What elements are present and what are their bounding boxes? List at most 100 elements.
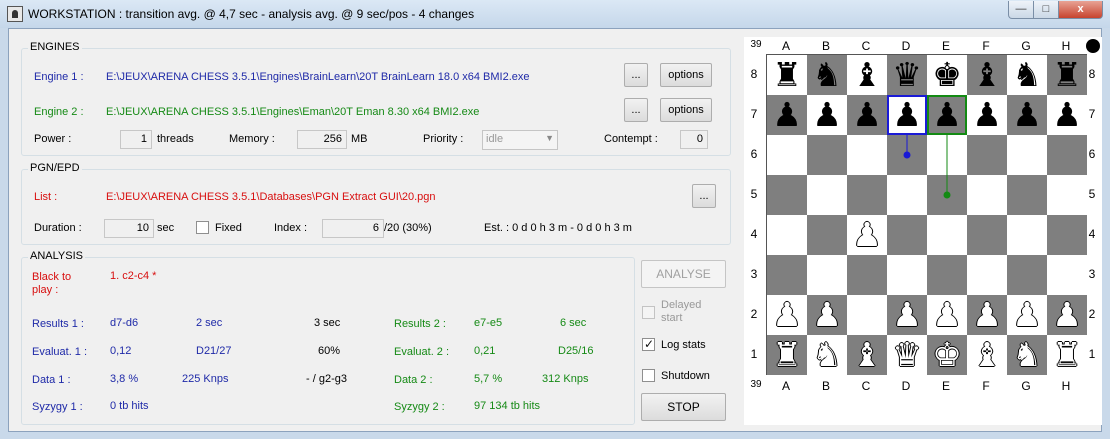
arrow-end-dot-2 (943, 191, 951, 199)
pgn-title: PGN/EPD (28, 162, 82, 174)
shutdown-checkbox[interactable] (642, 369, 655, 382)
duration-input[interactable]: 10 (104, 219, 154, 238)
rank-label-8: 8 (750, 67, 758, 81)
file-label-h: H (1061, 39, 1071, 53)
rank-label-5: 5 (750, 187, 758, 201)
engine2-browse-button[interactable]: ... (624, 98, 648, 122)
move-number-bottom: 39 (750, 379, 762, 390)
rank-label-2: 2 (750, 307, 758, 321)
center-time: 3 sec (314, 317, 341, 329)
file-label-h: H (1061, 379, 1071, 393)
file-label-d: D (901, 39, 911, 53)
data1-speed: 225 Knps (182, 373, 229, 385)
delayed-start-checkbox[interactable] (642, 306, 655, 319)
rank-label-4: 4 (1088, 227, 1096, 241)
window-title: WORKSTATION : transition avg. @ 4,7 sec … (28, 7, 475, 21)
file-label-d: D (901, 379, 911, 393)
move-arrows (903, 133, 951, 199)
memory-input[interactable]: 256 (297, 130, 347, 149)
engine1-label: Engine 1 : (34, 71, 84, 83)
duration-unit: sec (157, 222, 175, 234)
file-label-g: G (1021, 379, 1031, 393)
close-button[interactable]: x (1058, 1, 1103, 19)
title-bar: WORKSTATION : transition avg. @ 4,7 sec … (0, 0, 1110, 28)
file-label-a: A (781, 379, 790, 393)
center-percent: 60% (318, 345, 341, 357)
move-number-top: 39 (750, 39, 762, 50)
list-browse-button[interactable]: ... (692, 184, 716, 208)
rank-label-1: 1 (1088, 347, 1096, 361)
data1-value: 3,8 % (110, 373, 139, 385)
engine2-label: Engine 2 : (34, 106, 84, 118)
log-stats-checkbox[interactable] (642, 337, 655, 351)
power-label: Power : (34, 133, 72, 145)
shutdown-label: Shutdown (661, 370, 710, 382)
file-label-f: F (982, 379, 990, 393)
index-label: Index : (274, 222, 308, 234)
file-label-f: F (982, 39, 990, 53)
index-input[interactable]: 6 (322, 219, 384, 238)
eval1-label: Evaluat. 1 : (32, 346, 88, 358)
chess-board[interactable]: ♜ ♞ ♝ ♛ ♚ ♝ ♞ ♜ ♟ ♟ ♟ ♟ ♟ ♟ ♟ ♟ ♟ ♟ ♟ ♟ ♟ ♟ ♟ ♟ ♜ ♞ ♝ ♛ ♚ ♝ ♞ ♜ (766, 54, 1087, 375)
memory-unit: MB (351, 133, 368, 145)
eval2-depth: D25/16 (558, 345, 594, 357)
fixed-label: Fixed (215, 222, 242, 234)
data1-label: Data 1 : (32, 374, 71, 386)
arrow-end-dot-1 (903, 151, 911, 159)
memory-label: Memory : (229, 133, 275, 145)
contempt-input[interactable]: 0 (680, 130, 708, 149)
engine2-path: E:\JEUX\ARENA CHESS 3.5.1\Engines\Eman\2… (106, 106, 480, 118)
estimate-text: Est. : 0 d 0 h 3 m - 0 d 0 h 3 m (484, 222, 632, 234)
main-window: ENGINES Engine 1 : E:\JEUX\ARENA CHESS 3… (8, 28, 1102, 432)
minimize-button[interactable]: — (1008, 1, 1034, 19)
file-label-e: E (941, 379, 950, 393)
engine2-options-button[interactable]: options (660, 98, 712, 122)
log-stats-label: Log stats (661, 339, 706, 351)
rank-label-7: 7 (750, 107, 758, 121)
eval2-value: 0,21 (474, 345, 496, 357)
results2-time: 6 sec (560, 317, 587, 329)
syzygy2-label: Syzygy 2 : (394, 401, 445, 413)
move-list: 1. c2-c4 * (110, 270, 157, 282)
chess-board-panel: 39 39 ♜ ♞ ♝ ♛ ♚ ♝ ♞ ♜ ♟ ♟ ♟ ♟ ♟ ♟ ♟ ♟ ♟ ♟ ♟ ♟ ♟ ♟ ♟ ♟ ♜ ♞ ♝ ♛ ♚ ♝ ♞ ♜ A… (744, 37, 1102, 425)
turn-indicator-icon (1086, 39, 1100, 53)
rank-label-7: 7 (1088, 107, 1096, 121)
rank-label-4: 4 (750, 227, 758, 241)
side-to-play: Black to play : (32, 271, 72, 296)
analyse-button[interactable]: ANALYSE (641, 260, 726, 288)
file-label-b: B (821, 39, 830, 53)
engines-group: ENGINES Engine 1 : E:\JEUX\ARENA CHESS 3… (21, 41, 731, 156)
rank-label-2: 2 (1088, 307, 1096, 321)
file-label-e: E (941, 39, 950, 53)
index-total: /20 (30%) (384, 222, 432, 234)
syzygy1-value: 0 tb hits (110, 400, 149, 412)
stop-button[interactable]: STOP (641, 393, 726, 421)
file-label-c: C (861, 379, 871, 393)
app-icon (7, 6, 23, 22)
results1-time: 2 sec (196, 317, 223, 329)
results1-move: d7-d6 (110, 317, 139, 329)
threads-input[interactable]: 1 (120, 130, 152, 149)
eval1-value: 0,12 (110, 345, 132, 357)
analysis-group: ANALYSIS Black to play : 1. c2-c4 * Resu… (21, 250, 635, 425)
engine1-path: E:\JEUX\ARENA CHESS 3.5.1\Engines\BrainL… (106, 71, 530, 83)
center-move: - / g2-g3 (306, 373, 347, 385)
engine1-browse-button[interactable]: ... (624, 63, 648, 87)
engine1-options-button[interactable]: options (660, 63, 712, 87)
list-path: E:\JEUX\ARENA CHESS 3.5.1\Databases\PGN … (106, 191, 436, 203)
rank-label-8: 8 (1088, 67, 1096, 81)
syzygy1-label: Syzygy 1 : (32, 401, 83, 413)
rank-label-3: 3 (1088, 267, 1096, 281)
file-label-b: B (821, 379, 830, 393)
maximize-button[interactable]: □ (1033, 1, 1059, 19)
results1-label: Results 1 : (32, 318, 84, 330)
duration-label: Duration : (34, 222, 82, 234)
fixed-checkbox[interactable] (196, 221, 209, 234)
delayed-start-label: Delayed start (661, 299, 702, 324)
priority-select[interactable]: idle ▼ (482, 130, 558, 150)
file-label-c: C (861, 39, 871, 53)
eval2-label: Evaluat. 2 : (394, 346, 450, 358)
rank-label-6: 6 (750, 147, 758, 161)
syzygy2-value: 97 134 tb hits (474, 400, 541, 412)
data2-speed: 312 Knps (542, 373, 589, 385)
